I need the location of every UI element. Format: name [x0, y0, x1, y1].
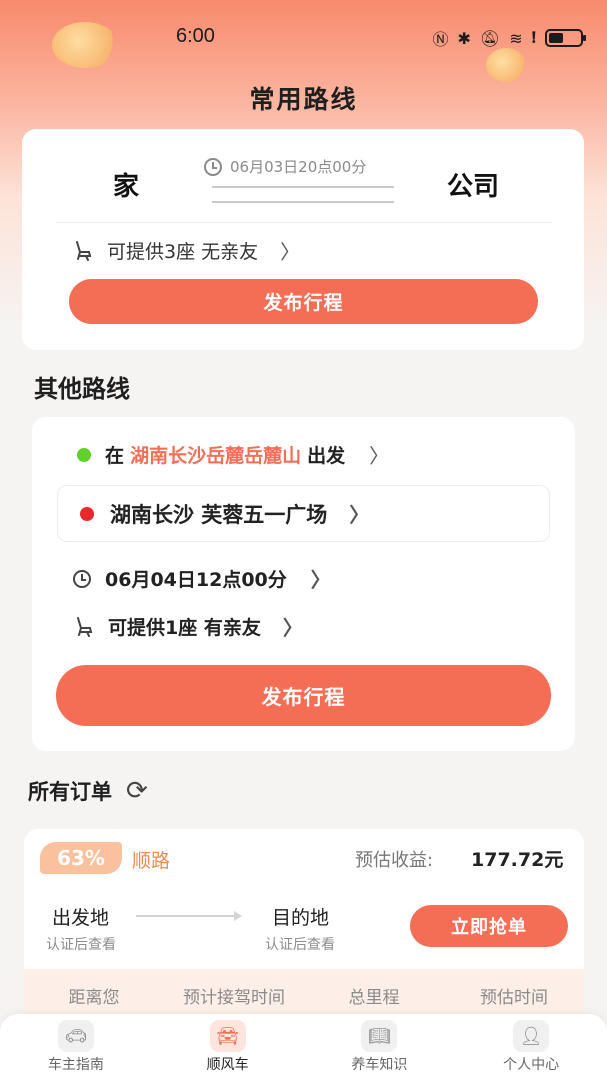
origin-place: 湖南长沙岳麓岳麓山 [130, 445, 302, 467]
chevron-right-icon: 〉 [310, 568, 331, 592]
destination-label: 目的地 [272, 907, 330, 929]
tab-driver-guide[interactable]: 🚗︎ 车主指南 [0, 1014, 152, 1080]
origin-sub: 认证后查看 [46, 937, 116, 953]
mute-icon: 🔕︎ [479, 28, 501, 48]
back-arrow [212, 201, 394, 203]
tab-label: 养车知识 [351, 1057, 408, 1073]
refresh-icon[interactable]: ⟳ [126, 776, 148, 806]
battery-icon [545, 29, 586, 47]
chevron-right-icon: 〉 [349, 503, 370, 527]
status-time: 6:00 [176, 25, 215, 47]
match-percent-badge: 63% [40, 842, 122, 874]
stat-total-distance: 总里程 [348, 988, 400, 1008]
seat-selector[interactable]: 可提供1座 有亲友 〉 [72, 612, 303, 641]
origin-label: 出发地 [52, 907, 110, 929]
seat-text: 可提供3座 无亲友 [107, 241, 259, 263]
nfc-icon: Ⓝ [432, 30, 449, 49]
other-routes-title: 其他路线 [34, 375, 130, 403]
route-to[interactable]: 公司 [447, 166, 499, 203]
user-icon: 👤︎ [513, 1020, 550, 1052]
publish-trip-button[interactable]: 发布行程 [69, 279, 538, 324]
route-from[interactable]: 家 [113, 166, 139, 203]
destination-dot [80, 506, 94, 521]
stat-distance: 距离您 [68, 988, 120, 1008]
status-bar: 6:00 Ⓝ ✱ 🔕︎ ≋ ❗︎ [0, 22, 607, 54]
page-title: 常用路线 [249, 85, 358, 114]
destination-selector[interactable]: 湖南长沙 芙蓉五一广场 〉 [57, 485, 550, 542]
chevron-right-icon: 〉 [282, 616, 303, 640]
tab-profile[interactable]: 👤︎ 个人中心 [455, 1014, 607, 1080]
destination-text: 湖南长沙 芙蓉五一广场 [110, 502, 328, 527]
grab-order-button[interactable]: 立即抢单 [410, 905, 568, 947]
order-destination: 目的地 认证后查看 [265, 903, 335, 954]
income-value: 177.72元 [471, 849, 564, 871]
clock-icon [73, 569, 91, 588]
route-time[interactable]: 06月03日20点00分 [204, 156, 366, 177]
book-icon: 📖︎ [361, 1020, 398, 1052]
seat-text: 可提供1座 有亲友 [108, 617, 261, 639]
tab-label: 个人中心 [503, 1057, 560, 1073]
destination-sub: 认证后查看 [265, 937, 335, 953]
alert-icon: ❗︎ [531, 28, 536, 47]
time-selector[interactable]: 06月04日12点00分 〉 [73, 564, 331, 593]
origin-suffix: 出发 [307, 445, 346, 467]
tab-car-knowledge[interactable]: 📖︎ 养车知识 [304, 1014, 456, 1080]
divider [56, 222, 552, 223]
tab-label: 车主指南 [47, 1057, 104, 1073]
order-origin: 出发地 认证后查看 [46, 903, 116, 954]
origin-dot [77, 447, 91, 462]
income-label: 预估收益: [355, 850, 434, 871]
route-arrow [136, 911, 242, 921]
wifi-icon: ≋ [509, 28, 523, 48]
tab-label: 顺风车 [206, 1057, 249, 1073]
bottom-tab-bar: 🚗︎ 车主指南 🚘︎ 顺风车 📖︎ 养车知识 👤︎ 个人中心 [0, 1014, 607, 1080]
order-stats-header: 距离您 预计接驾时间 总里程 预估时间 [24, 969, 584, 1019]
stat-estimated-time: 预估时间 [480, 988, 548, 1008]
orders-title: 所有订单 ⟳ [28, 776, 148, 806]
publish-trip-button[interactable]: 发布行程 [56, 665, 551, 726]
seat-selector[interactable]: 可提供3座 无亲友 〉 [71, 236, 300, 265]
ride-icon: 🚘︎ [209, 1020, 246, 1052]
stat-pickup-time: 预计接驾时间 [183, 988, 285, 1008]
forward-arrow [212, 186, 394, 188]
chevron-right-icon: 〉 [369, 444, 390, 468]
car-icon: 🚗︎ [57, 1020, 94, 1052]
chevron-right-icon: 〉 [280, 240, 301, 264]
origin-selector[interactable]: 在 湖南长沙岳麓岳麓山 出发 〉 [77, 440, 389, 469]
clock-icon [204, 157, 222, 176]
bluetooth-icon: ✱ [457, 28, 471, 48]
time-text: 06月04日12点00分 [105, 569, 287, 591]
tab-ride[interactable]: 🚘︎ 顺风车 [152, 1014, 304, 1080]
route-tag: 顺路 [132, 850, 171, 872]
route-time-text: 06月03日20点00分 [230, 158, 367, 176]
seat-icon [71, 239, 95, 263]
origin-prefix: 在 [105, 445, 125, 467]
seat-icon [72, 615, 96, 639]
